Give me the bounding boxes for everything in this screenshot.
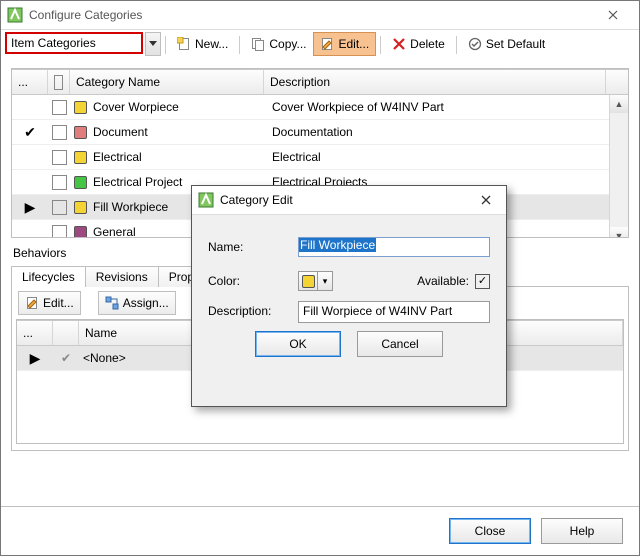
ok-button[interactable]: OK: [255, 331, 341, 357]
app-icon: [198, 192, 214, 208]
available-label: Available:: [417, 274, 469, 288]
description-input[interactable]: Fill Worpiece of W4INV Part: [298, 301, 490, 323]
tab-lifecycles[interactable]: Lifecycles: [11, 266, 86, 287]
configure-categories-window: Configure Categories Item Categories New…: [0, 0, 640, 556]
color-label: Color:: [208, 274, 298, 288]
name-label: Name:: [208, 240, 298, 254]
chevron-down-icon: ▾: [318, 271, 333, 291]
modal-title: Category Edit: [220, 193, 472, 207]
available-checkbox[interactable]: ✓: [475, 274, 490, 289]
color-swatch-icon: [302, 275, 315, 288]
modal-titlebar: Category Edit: [192, 186, 506, 215]
description-label: Description:: [208, 301, 298, 318]
color-picker[interactable]: ▾: [298, 271, 333, 291]
name-input[interactable]: Fill Workpiece: [298, 237, 490, 257]
modal-close-button[interactable]: [472, 189, 500, 211]
category-edit-dialog: Category Edit Name: Fill Workpiece Color…: [191, 185, 507, 407]
cancel-button[interactable]: Cancel: [357, 331, 443, 357]
